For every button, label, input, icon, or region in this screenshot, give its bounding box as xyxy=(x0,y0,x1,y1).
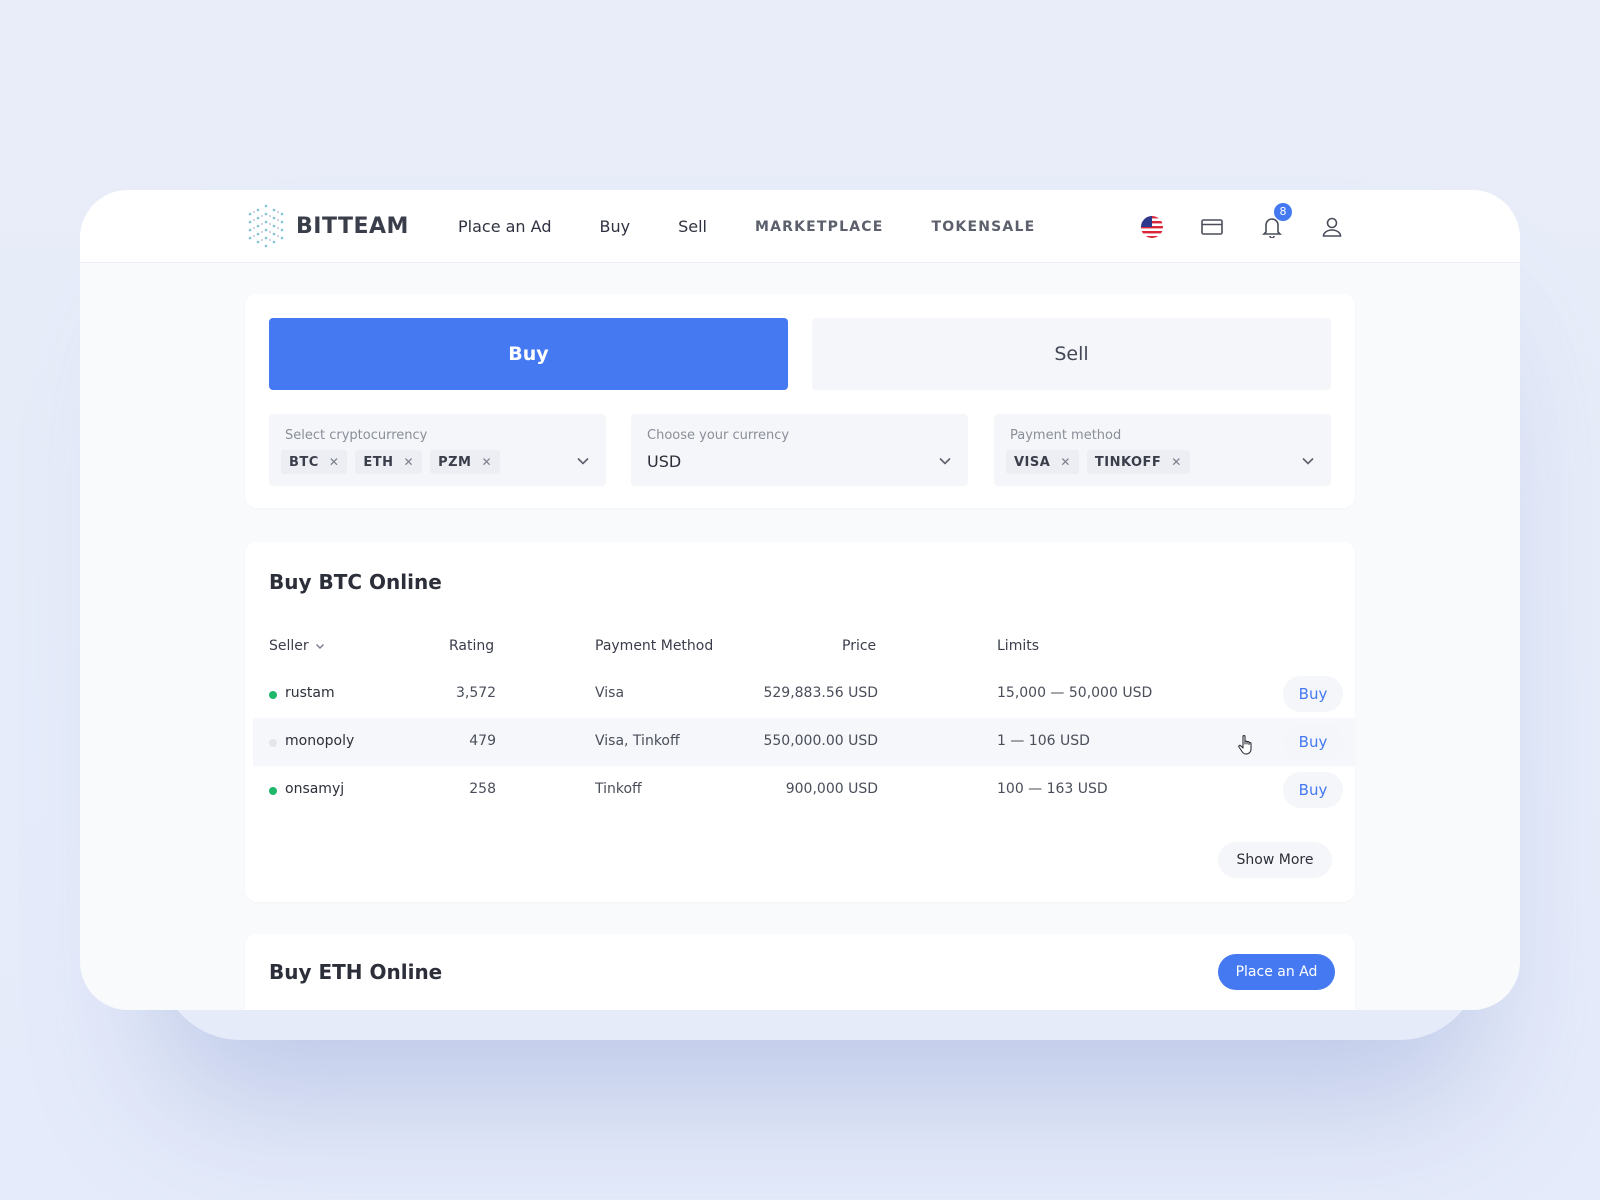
limits-value: 100 — 163 USD xyxy=(997,781,1108,797)
rating-value: 3,572 xyxy=(456,685,497,701)
bell-icon[interactable]: 8 xyxy=(1258,202,1292,241)
chip-visa: VISA ✕ xyxy=(1006,450,1079,474)
column-rating[interactable]: Rating xyxy=(449,638,494,654)
currency-select-label: Choose your currency xyxy=(647,428,790,443)
sell-tab[interactable]: Sell xyxy=(812,318,1331,390)
online-status-dot xyxy=(269,787,277,795)
remove-chip-icon[interactable]: ✕ xyxy=(404,455,415,469)
remove-chip-icon[interactable]: ✕ xyxy=(329,455,340,469)
column-price[interactable]: Price xyxy=(842,638,876,654)
nav-tokensale[interactable]: TOKENSALE xyxy=(932,219,1036,235)
table-row: onsamyj 258 Tinkoff 900,000 USD 100 — 16… xyxy=(253,766,1355,814)
chevron-down-icon xyxy=(939,457,951,465)
currency-select[interactable]: Choose your currency USD xyxy=(631,414,968,486)
price-value: 550,000.00 USD xyxy=(763,733,878,749)
seller-name[interactable]: monopoly xyxy=(285,733,354,749)
top-navigation: BITTEAM Place an Ad Buy Sell MARKETPLACE… xyxy=(80,190,1520,263)
nav-marketplace[interactable]: MARKETPLACE xyxy=(755,219,884,235)
app-window: BITTEAM Place an Ad Buy Sell MARKETPLACE… xyxy=(80,190,1520,1010)
nav-place-ad[interactable]: Place an Ad xyxy=(458,217,551,236)
chip-eth: ETH ✕ xyxy=(355,450,423,474)
nav-sell[interactable]: Sell xyxy=(678,217,707,236)
limits-value: 1 — 106 USD xyxy=(997,733,1090,749)
section-title: Buy ETH Online xyxy=(269,960,443,984)
payment-select-label: Payment method xyxy=(1010,428,1122,443)
column-seller[interactable]: Seller xyxy=(269,638,325,654)
currency-value: USD xyxy=(647,452,682,471)
price-value: 900,000 USD xyxy=(785,781,878,797)
btc-offers-card: Buy BTC Online Seller Rating Payment Met… xyxy=(245,542,1355,902)
crypto-select[interactable]: Select cryptocurrency BTC ✕ ETH ✕ PZM ✕ xyxy=(269,414,606,486)
online-status-dot xyxy=(269,691,277,699)
section-title: Buy BTC Online xyxy=(269,570,442,594)
crypto-select-label: Select cryptocurrency xyxy=(285,428,428,443)
payment-method-value: Visa, Tinkoff xyxy=(595,733,680,749)
buy-button[interactable]: Buy xyxy=(1283,724,1343,760)
filter-card: Buy Sell Select cryptocurrency BTC ✕ ETH ✕… xyxy=(245,294,1355,508)
chip-pzm: PZM ✕ xyxy=(430,450,501,474)
remove-chip-icon[interactable]: ✕ xyxy=(481,455,492,469)
logo-text: BITTEAM xyxy=(296,213,409,239)
table-row: rustam 3,572 Visa 529,883.56 USD 15,000 … xyxy=(253,670,1355,718)
rating-value: 258 xyxy=(469,781,496,797)
notification-badge: 8 xyxy=(1274,202,1292,221)
chip-btc: BTC ✕ xyxy=(281,450,348,474)
seller-name[interactable]: onsamyj xyxy=(285,781,344,797)
hexagon-logo-icon xyxy=(248,204,284,248)
show-more-button[interactable]: Show More xyxy=(1218,842,1332,878)
buy-button[interactable]: Buy xyxy=(1283,772,1343,808)
offline-status-dot xyxy=(269,739,277,747)
table-row: monopoly 479 Visa, Tinkoff 550,000.00 US… xyxy=(253,718,1355,766)
wallet-icon[interactable] xyxy=(1198,213,1226,241)
place-ad-button[interactable]: Place an Ad xyxy=(1218,954,1335,990)
column-payment-method[interactable]: Payment Method xyxy=(595,638,713,654)
remove-chip-icon[interactable]: ✕ xyxy=(1171,455,1182,469)
chevron-down-icon xyxy=(577,457,589,465)
user-icon[interactable] xyxy=(1318,213,1346,241)
logo[interactable]: BITTEAM xyxy=(244,202,409,250)
chevron-down-icon xyxy=(316,644,325,649)
chevron-down-icon xyxy=(1302,457,1314,465)
chip-tinkoff: TINKOFF ✕ xyxy=(1086,450,1190,474)
column-limits[interactable]: Limits xyxy=(997,638,1039,654)
buy-tab[interactable]: Buy xyxy=(269,318,788,390)
price-value: 529,883.56 USD xyxy=(763,685,878,701)
payment-method-value: Tinkoff xyxy=(595,781,642,797)
limits-value: 15,000 — 50,000 USD xyxy=(997,685,1153,701)
crypto-chips: BTC ✕ ETH ✕ PZM ✕ xyxy=(281,450,508,474)
payment-chips: VISA ✕ TINKOFF ✕ xyxy=(1006,450,1198,474)
rating-value: 479 xyxy=(469,733,496,749)
payment-method-value: Visa xyxy=(595,685,625,701)
buy-button[interactable]: Buy xyxy=(1283,676,1343,712)
main-nav: Place an Ad Buy Sell MARKETPLACE TOKENSA… xyxy=(458,190,1083,263)
eth-offers-card: Buy ETH Online Place an Ad xyxy=(245,934,1355,1010)
us-flag-icon[interactable] xyxy=(1138,213,1166,241)
header-icons: 8 xyxy=(1138,190,1378,263)
nav-buy[interactable]: Buy xyxy=(599,217,630,236)
remove-chip-icon[interactable]: ✕ xyxy=(1060,455,1071,469)
hand-cursor-icon xyxy=(1238,735,1252,755)
payment-select[interactable]: Payment method VISA ✕ TINKOFF ✕ xyxy=(994,414,1331,486)
seller-name[interactable]: rustam xyxy=(285,685,335,701)
